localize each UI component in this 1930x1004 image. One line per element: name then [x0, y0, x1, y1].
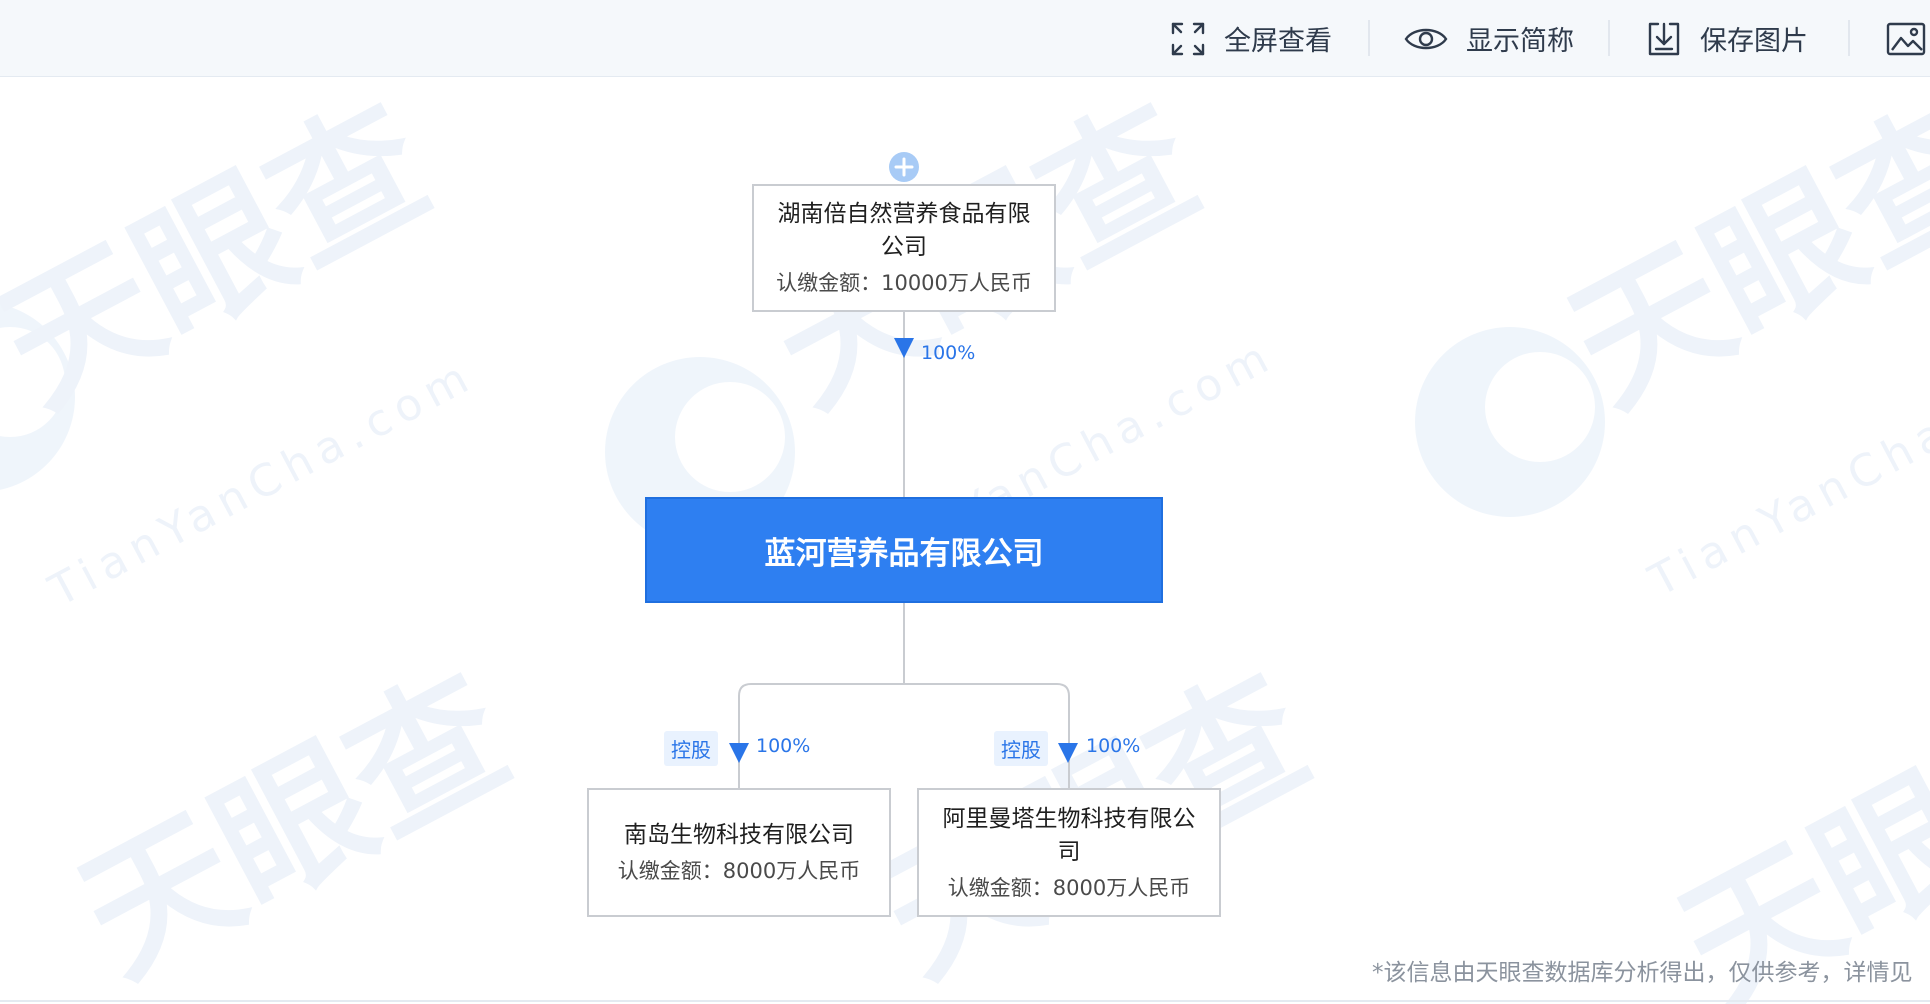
main-company-node[interactable]: 蓝河营养品有限公司: [645, 497, 1163, 603]
disclaimer-text: *该信息由天眼查数据库分析得出，仅供参考，详情见: [1372, 960, 1913, 986]
subsidiary-node[interactable]: 阿里曼塔生物科技有限公司 认缴金额：8000万人民币: [917, 788, 1221, 917]
subsidiary-ratio: 100%: [1086, 735, 1141, 757]
subsidiary-name: 阿里曼塔生物科技有限公司: [942, 805, 1196, 865]
subsidiary-node[interactable]: 南岛生物科技有限公司 认缴金额：8000万人民币: [587, 788, 891, 917]
holding-tag: 控股: [994, 731, 1048, 766]
arrow-down-icon: [894, 338, 914, 358]
shareholder-ratio: 100%: [921, 342, 976, 364]
subsidiary-name: 南岛生物科技有限公司: [624, 822, 854, 848]
bottom-divider: [0, 1000, 1930, 1002]
plus-circle-icon[interactable]: [889, 152, 919, 182]
subsidiary-amount: 认缴金额：8000万人民币: [947, 875, 1191, 900]
shareholder-name: 湖南倍自然营养食品有限公司: [777, 201, 1031, 260]
main-company-name: 蓝河营养品有限公司: [764, 535, 1044, 572]
shareholder-amount: 认缴金额：10000万人民币: [776, 271, 1032, 295]
shareholder-node[interactable]: 湖南倍自然营养食品有限公司 认缴金额：10000万人民币: [752, 184, 1056, 312]
subsidiary-ratio: 100%: [756, 735, 811, 757]
arrow-down-icon: [1058, 743, 1078, 763]
equity-diagram-page: 全屏查看 显示简称 保存图片 天眼查 天眼查 天眼查 天眼查 TianYanCh…: [0, 0, 1930, 1004]
subsidiary-amount: 认缴金额：8000万人民币: [617, 859, 861, 883]
holding-tag: 控股: [664, 731, 718, 766]
arrow-down-icon: [729, 743, 749, 763]
